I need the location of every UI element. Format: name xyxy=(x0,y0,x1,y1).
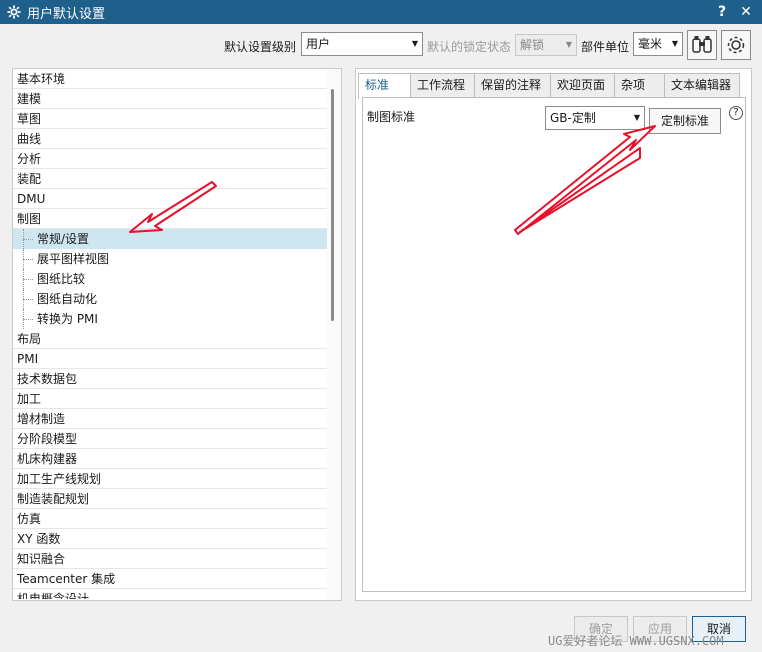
tab-text-editor[interactable]: 文本编辑器 xyxy=(664,73,740,97)
tree-item[interactable]: 加工 xyxy=(13,389,327,409)
customize-standard-button[interactable]: 定制标准 xyxy=(649,108,721,134)
tab-workflow[interactable]: 工作流程 xyxy=(410,73,475,97)
tree-item[interactable]: 增材制造 xyxy=(13,409,327,429)
watermark: UG爱好者论坛 WWW.UGSNX.COM xyxy=(548,634,724,648)
tree-scrollbar[interactable] xyxy=(327,69,341,600)
tree-item[interactable]: 基本环境 xyxy=(13,69,327,89)
tree-item[interactable]: 制造装配规划 xyxy=(13,489,327,509)
tree-item-label: DMU xyxy=(17,192,46,206)
chevron-down-icon: ▼ xyxy=(671,39,678,48)
category-tree[interactable]: 基本环境建模草图曲线分析装配 DMU 制图常规/设置展平图样视图 图纸比较图纸自动化转… xyxy=(12,68,342,601)
find-button[interactable] xyxy=(687,30,717,60)
tab-standard[interactable]: 标准 xyxy=(358,73,411,99)
tree-item[interactable]: Teamcenter 集成 xyxy=(13,569,327,589)
tree-item-label: XY 函数 xyxy=(17,532,61,546)
tree-item[interactable]: 技术数据包 xyxy=(13,369,327,389)
tree-item-label: 机床构建器 xyxy=(17,452,78,466)
unit-select[interactable]: 毫米 ▼ xyxy=(633,32,683,56)
tree-item[interactable]: 仿真 xyxy=(13,509,327,529)
tree-item[interactable]: 布局 xyxy=(13,329,327,349)
tree-item-label: 增材制造 xyxy=(17,412,66,426)
binoculars-icon xyxy=(692,36,712,53)
tree-item[interactable]: 机电概念设计 xyxy=(13,589,327,599)
tree-list: 基本环境建模草图曲线分析装配 DMU 制图常规/设置展平图样视图 图纸比较图纸自动化转… xyxy=(13,69,341,599)
tab-strip: 标准 工作流程 保留的注释 欢迎页面 杂项 文本编辑器 xyxy=(358,73,740,99)
tree-item[interactable]: PMI xyxy=(13,349,327,369)
tree-item-label: 机电概念设计 xyxy=(17,592,90,599)
tree-item-label: 草图 xyxy=(17,112,42,126)
level-label: 默认设置级别 xyxy=(224,40,297,54)
tree-item[interactable]: 曲线 xyxy=(13,129,327,149)
level-select[interactable]: 用户 ▼ xyxy=(301,32,423,56)
lock-label: 默认的锁定状态 xyxy=(427,40,512,54)
help-icon[interactable]: ? xyxy=(729,106,743,120)
tree-item[interactable]: 加工生产线规划 xyxy=(13,469,327,489)
drafting-standard-select[interactable]: GB-定制 ▼ xyxy=(545,106,645,130)
title-bar: 用户默认设置 ? ✕ xyxy=(0,0,762,24)
lock-select[interactable]: 解锁 ▼ xyxy=(515,34,577,56)
tab-retained-annotations[interactable]: 保留的注释 xyxy=(474,73,551,97)
scrollbar-thumb[interactable] xyxy=(331,89,334,321)
gear-icon xyxy=(7,5,21,19)
tab-content: 制图标准 GB-定制 ▼ 定制标准 ? xyxy=(362,97,746,592)
tree-item-label: 知识融合 xyxy=(17,552,66,566)
unit-value: 毫米 xyxy=(638,37,663,51)
chevron-down-icon: ▼ xyxy=(411,39,418,48)
help-button[interactable]: ? xyxy=(714,3,730,21)
tree-item-label: 常规/设置 xyxy=(37,232,90,246)
tree-item-label: 制图 xyxy=(17,212,42,226)
tree-item[interactable]: DMU xyxy=(13,189,327,209)
tree-item[interactable]: 装配 xyxy=(13,169,327,189)
tree-item-label: 分析 xyxy=(17,152,42,166)
tab-misc[interactable]: 杂项 xyxy=(614,73,665,97)
tree-item-label: 图纸自动化 xyxy=(37,292,98,306)
tree-child-item[interactable]: 展平图样视图 xyxy=(13,249,327,269)
tree-item-label: 装配 xyxy=(17,172,42,186)
tree-item-label: 制造装配规划 xyxy=(17,492,90,506)
tree-item-label: 加工 xyxy=(17,392,42,406)
tree-item[interactable]: XY 函数 xyxy=(13,529,327,549)
settings-panel: 标准 工作流程 保留的注释 欢迎页面 杂项 文本编辑器 制图标准 GB-定制 ▼… xyxy=(355,68,752,601)
settings-button[interactable] xyxy=(721,30,751,60)
unit-label: 部件单位 xyxy=(581,40,630,54)
tree-item-label: 基本环境 xyxy=(17,72,66,86)
gear-icon xyxy=(727,36,745,54)
tree-item-label: 技术数据包 xyxy=(17,372,78,386)
level-value: 用户 xyxy=(306,37,331,51)
tree-item-label: PMI xyxy=(17,352,39,366)
tree-item-label: 建模 xyxy=(17,92,42,106)
tree-item-label: 转换为 PMI xyxy=(37,312,98,326)
tree-item[interactable]: 知识融合 xyxy=(13,549,327,569)
chevron-down-icon: ▼ xyxy=(633,113,640,122)
tree-item-label: 加工生产线规划 xyxy=(17,472,102,486)
tree-item[interactable]: 机床构建器 xyxy=(13,449,327,469)
tree-item-label: 仿真 xyxy=(17,512,42,526)
tree-item[interactable]: 草图 xyxy=(13,109,327,129)
close-button[interactable]: ✕ xyxy=(738,3,754,21)
tree-item[interactable]: 分阶段模型 xyxy=(13,429,327,449)
tab-welcome-page[interactable]: 欢迎页面 xyxy=(550,73,615,97)
tree-item-label: 布局 xyxy=(17,332,42,346)
tree-child-item[interactable]: 图纸比较 xyxy=(13,269,327,289)
tree-item[interactable]: 建模 xyxy=(13,89,327,109)
chevron-down-icon: ▼ xyxy=(565,40,572,49)
tree-child-item[interactable]: 常规/设置 xyxy=(13,229,327,249)
tree-item[interactable]: 分析 xyxy=(13,149,327,169)
tree-item-label: 曲线 xyxy=(17,132,42,146)
tree-item-label: 展平图样视图 xyxy=(37,252,110,266)
tree-child-item[interactable]: 图纸自动化 xyxy=(13,289,327,309)
tree-item-label: 分阶段模型 xyxy=(17,432,78,446)
window-title: 用户默认设置 xyxy=(27,6,106,22)
tree-item-label: Teamcenter 集成 xyxy=(17,572,116,586)
tree-item[interactable]: 制图 xyxy=(13,209,327,229)
lock-value: 解锁 xyxy=(520,38,545,52)
tree-item-label: 图纸比较 xyxy=(37,272,86,286)
settings-toolbar: 默认设置级别 用户 ▼ 默认的锁定状态 解锁 ▼ 部件单位 毫米 ▼ xyxy=(0,30,762,60)
drafting-standard-value: GB-定制 xyxy=(550,111,596,125)
drafting-standard-label: 制图标准 xyxy=(367,110,416,124)
tree-child-item[interactable]: 转换为 PMI xyxy=(13,309,327,329)
